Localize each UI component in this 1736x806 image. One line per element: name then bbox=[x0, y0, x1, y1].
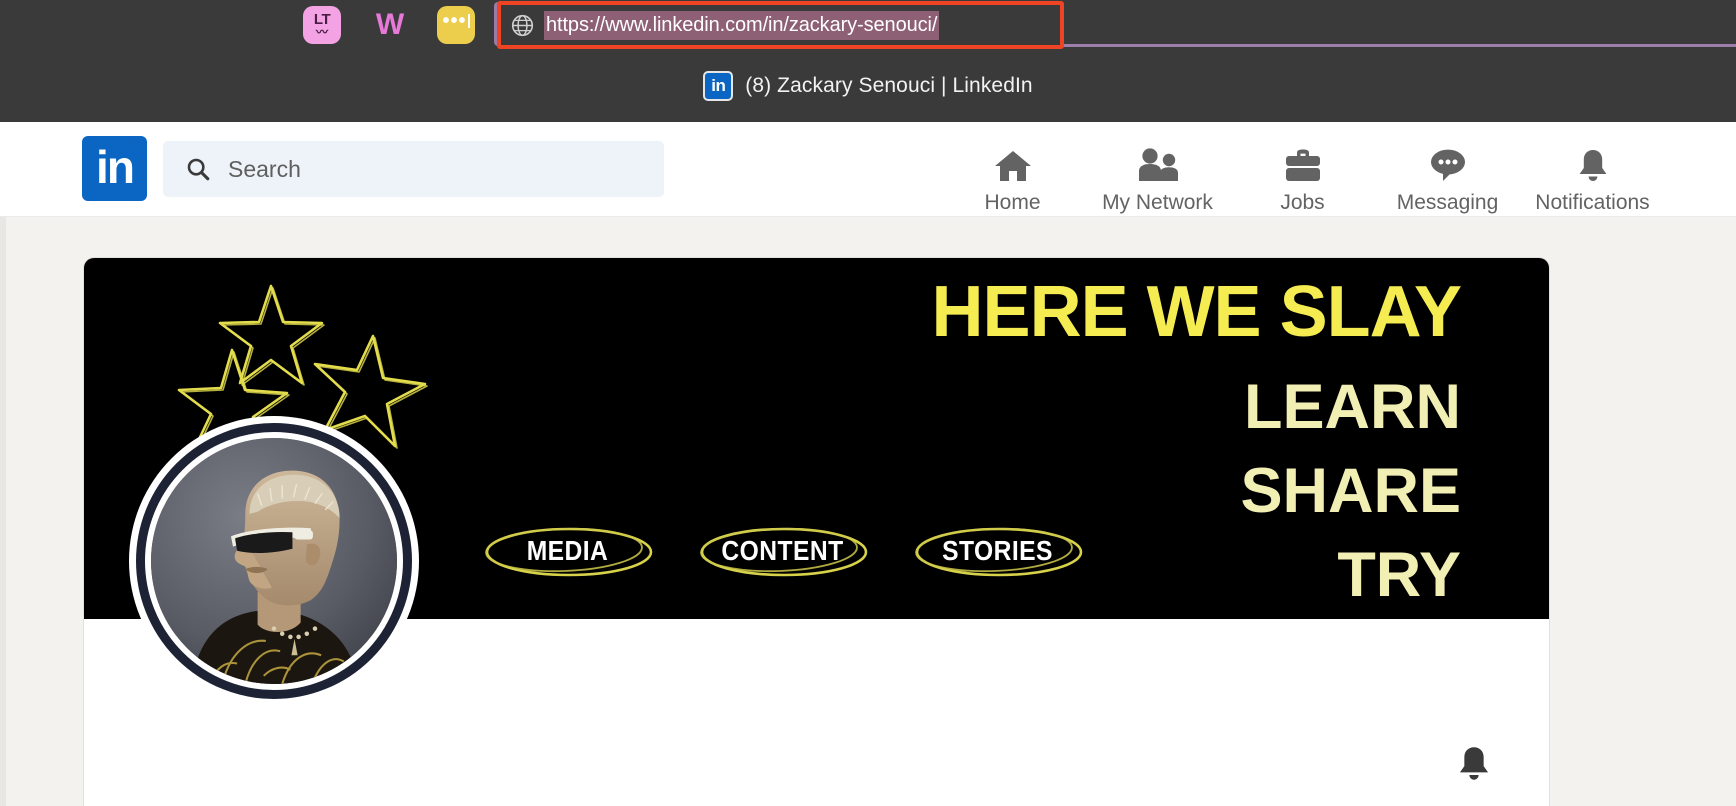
lt-extension-icon[interactable]: LT 〰 bbox=[303, 6, 341, 44]
url-bar-highlight[interactable]: https://www.linkedin.com/in/zackary-seno… bbox=[497, 1, 1064, 49]
banner-headline: HERE WE SLAY bbox=[931, 272, 1462, 352]
home-icon bbox=[992, 145, 1034, 187]
message-bubble-icon bbox=[1426, 145, 1470, 187]
people-icon bbox=[1135, 145, 1181, 187]
url-bar[interactable]: https://www.linkedin.com/in/zackary-seno… bbox=[501, 5, 1060, 45]
banner-word-try: TRY bbox=[1337, 539, 1461, 610]
banner-pill-stories: STORIES bbox=[910, 523, 1085, 579]
toolbar-purple-underline bbox=[1060, 44, 1736, 47]
browser-chrome: LT 〰 W ••• https://www.linkedin.com/in/z… bbox=[0, 0, 1736, 122]
page-left-edge bbox=[0, 217, 6, 806]
nav-item-jobs-label: Jobs bbox=[1280, 191, 1325, 214]
nav-item-messaging-label: Messaging bbox=[1396, 191, 1499, 214]
linkedin-navbar: in Search Home My Network Jobs Messaging… bbox=[0, 122, 1736, 217]
profile-card: HERE WE SLAY LEARN SHARE TRY MEDIA CONTE… bbox=[84, 258, 1549, 806]
globe-icon bbox=[511, 14, 534, 36]
card-bell-icon[interactable] bbox=[1454, 743, 1494, 790]
banner-pills: MEDIA CONTENT STORIES bbox=[480, 523, 1085, 579]
nav-item-jobs[interactable]: Jobs bbox=[1230, 132, 1375, 215]
browser-tab[interactable]: in (8) Zackary Senouci | LinkedIn bbox=[703, 71, 1033, 101]
search-input[interactable]: Search bbox=[163, 141, 664, 197]
browser-toolbar: LT 〰 W ••• https://www.linkedin.com/in/z… bbox=[0, 0, 1736, 50]
screen: LT 〰 W ••• https://www.linkedin.com/in/z… bbox=[0, 0, 1736, 806]
url-text[interactable]: https://www.linkedin.com/in/zackary-seno… bbox=[544, 10, 940, 40]
w-extension-label: W bbox=[375, 8, 404, 41]
banner-word-learn: LEARN bbox=[1244, 372, 1461, 442]
linkedin-favicon-icon: in bbox=[703, 71, 734, 101]
browser-tab-strip: in (8) Zackary Senouci | LinkedIn bbox=[0, 50, 1736, 122]
avatar[interactable] bbox=[129, 416, 419, 706]
w-extension-icon[interactable]: W bbox=[370, 6, 408, 44]
banner-pill-media-label: MEDIA bbox=[526, 535, 609, 566]
dots-extension-caret bbox=[467, 14, 470, 28]
nav-item-my-network[interactable]: My Network bbox=[1085, 132, 1230, 215]
nav-item-messaging[interactable]: Messaging bbox=[1375, 132, 1520, 215]
search-placeholder: Search bbox=[228, 155, 301, 182]
dots-extension-icon[interactable]: ••• bbox=[437, 6, 475, 44]
nav-item-home-label: Home bbox=[984, 191, 1041, 214]
bell-icon bbox=[1574, 145, 1612, 187]
nav-item-my-network-label: My Network bbox=[1102, 191, 1213, 214]
banner-word-stack: LEARN SHARE TRY bbox=[1240, 366, 1461, 617]
briefcase-icon bbox=[1282, 145, 1324, 187]
banner-pill-content: CONTENT bbox=[695, 523, 870, 579]
linkedin-nav-items: Home My Network Jobs Messaging Notificat… bbox=[940, 132, 1665, 217]
dots-extension-label: ••• bbox=[442, 9, 467, 32]
page-body: HERE WE SLAY LEARN SHARE TRY MEDIA CONTE… bbox=[0, 217, 1736, 806]
browser-tab-title: (8) Zackary Senouci | LinkedIn bbox=[745, 74, 1033, 97]
banner-pill-media: MEDIA bbox=[480, 523, 655, 579]
lt-extension-wave: 〰 bbox=[315, 25, 328, 39]
avatar-photo bbox=[151, 438, 397, 684]
banner-word-share: SHARE bbox=[1240, 455, 1461, 526]
nav-item-notifications[interactable]: Notifications bbox=[1520, 132, 1665, 215]
banner-pill-stories-label: STORIES bbox=[942, 535, 1053, 566]
avatar-ring bbox=[136, 423, 412, 699]
search-icon bbox=[187, 158, 210, 181]
banner-pill-content-label: CONTENT bbox=[721, 535, 844, 566]
nav-item-notifications-label: Notifications bbox=[1535, 191, 1650, 214]
linkedin-logo[interactable]: in bbox=[82, 136, 147, 201]
nav-item-home[interactable]: Home bbox=[940, 132, 1085, 215]
